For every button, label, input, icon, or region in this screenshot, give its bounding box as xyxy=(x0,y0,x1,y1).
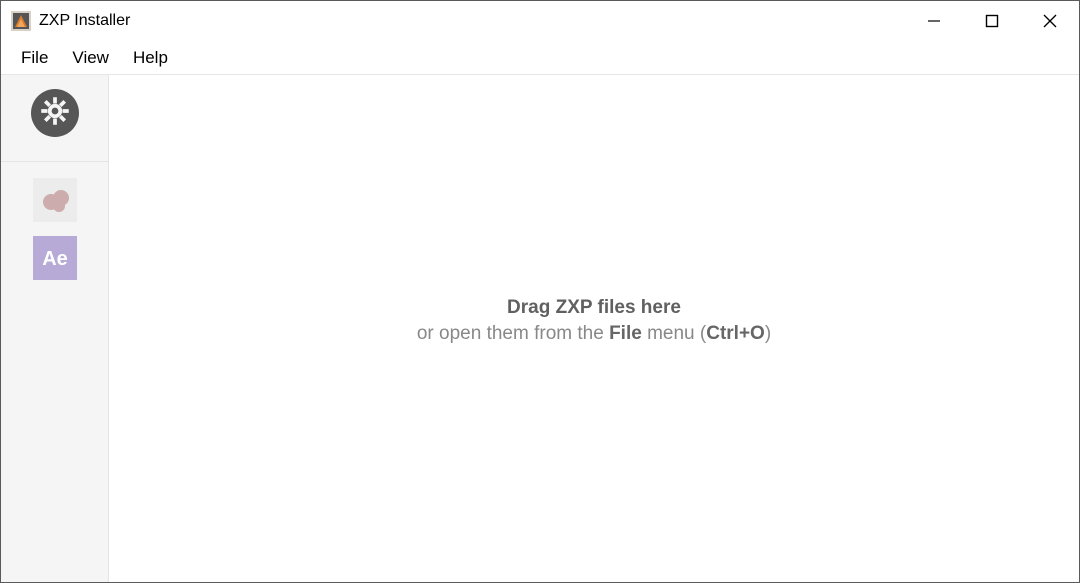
sidebar-app-creative-cloud[interactable] xyxy=(33,180,77,224)
menu-view[interactable]: View xyxy=(60,42,121,74)
maximize-button[interactable] xyxy=(963,1,1021,41)
window-controls xyxy=(905,1,1079,41)
menu-help[interactable]: Help xyxy=(121,42,180,74)
minimize-button[interactable] xyxy=(905,1,963,41)
sidebar-app-after-effects[interactable]: Ae xyxy=(33,238,77,282)
after-effects-icon: Ae xyxy=(33,236,77,285)
sidebar-apps: Ae xyxy=(33,162,77,282)
gear-icon xyxy=(40,96,70,131)
drop-sub-prefix: or open them from the xyxy=(417,323,609,344)
drop-sub-bold-shortcut: Ctrl+O xyxy=(706,323,765,344)
main-dropzone[interactable]: Drag ZXP files here or open them from th… xyxy=(109,75,1079,582)
drop-title: Drag ZXP files here xyxy=(109,297,1079,319)
drop-subtitle: or open them from the File menu (Ctrl+O) xyxy=(109,323,1079,345)
settings-button[interactable] xyxy=(31,89,79,137)
drop-message: Drag ZXP files here or open them from th… xyxy=(109,297,1079,345)
client-area: Ae Drag ZXP files here or open them from… xyxy=(1,75,1079,582)
drop-sub-mid: menu ( xyxy=(642,323,706,344)
drop-sub-suffix: ) xyxy=(765,323,771,344)
menubar: File View Help xyxy=(1,41,1079,75)
svg-text:Ae: Ae xyxy=(42,248,68,270)
app-window: ZXP Installer File View Help xyxy=(0,0,1080,583)
window-title: ZXP Installer xyxy=(39,12,130,30)
sidebar: Ae xyxy=(1,75,109,582)
titlebar[interactable]: ZXP Installer xyxy=(1,1,1079,41)
sidebar-top xyxy=(1,75,108,162)
menu-file[interactable]: File xyxy=(9,42,60,74)
drop-sub-bold-file: File xyxy=(609,323,642,344)
creative-cloud-icon xyxy=(33,178,77,227)
close-button[interactable] xyxy=(1021,1,1079,41)
app-icon xyxy=(11,11,31,31)
